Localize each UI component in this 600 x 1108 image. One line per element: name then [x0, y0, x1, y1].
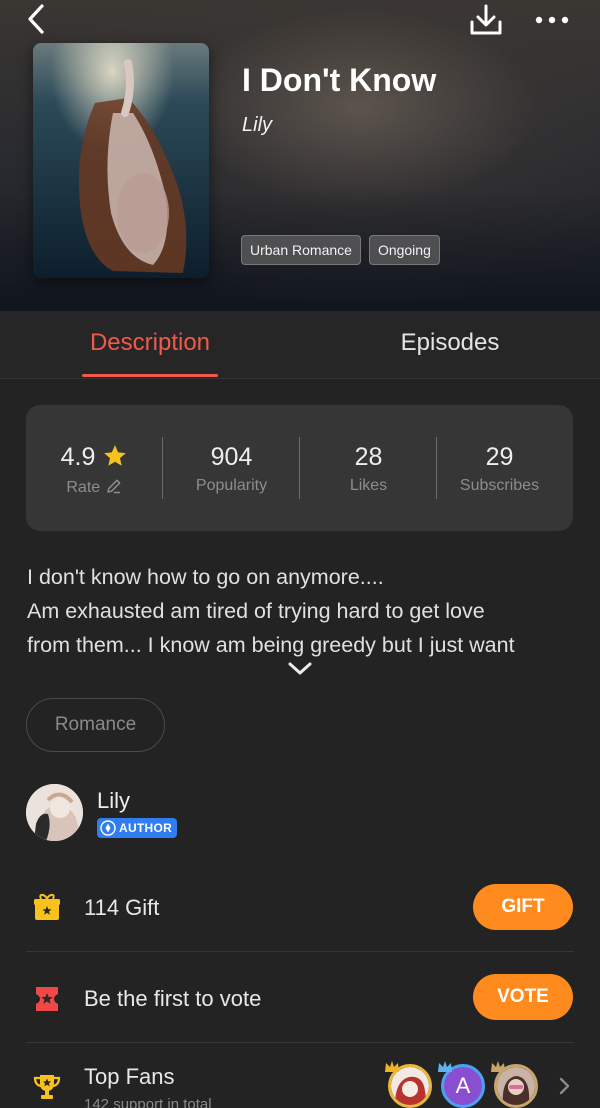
subscribes-value: 29 [485, 443, 514, 471]
description-line: I don't know how to go on anymore.... [27, 565, 384, 589]
rate-value-row: 4.9 [26, 443, 163, 472]
download-button[interactable] [468, 2, 504, 38]
book-title: I Don't Know [242, 62, 437, 98]
author-badge: AUTHOR [97, 818, 178, 838]
tab-episodes[interactable]: Episodes [390, 311, 510, 379]
author-badge-label: AUTHOR [119, 821, 173, 835]
book-tags: Urban Romance Ongoing [241, 235, 440, 265]
tag-status: Ongoing [368, 235, 440, 265]
book-cover-image [33, 43, 209, 278]
description-line: Am exhausted am tired of trying hard to … [27, 599, 485, 623]
top-fans-title: Top Fans [84, 1064, 175, 1089]
more-dots-icon [535, 16, 569, 24]
tab-bar: Description Episodes [0, 311, 600, 379]
top-fans-subtitle: 142 support in total [84, 1096, 212, 1108]
tag-urban-romance[interactable]: Urban Romance [241, 235, 361, 265]
fan-avatar-initial: A [455, 1073, 471, 1098]
chevron-down-icon [288, 662, 312, 675]
download-icon [470, 4, 502, 35]
crown-icon [491, 1061, 505, 1072]
likes-label: Likes [349, 477, 388, 494]
back-arrow-icon [28, 4, 44, 34]
likes-value: 28 [354, 443, 383, 471]
stat-likes: 28 Likes [300, 405, 437, 531]
edit-pencil-icon [106, 479, 121, 494]
stat-subscribes: 29 Subscribes [431, 405, 568, 531]
popularity-label: Popularity [195, 477, 268, 494]
star-icon [104, 445, 127, 466]
row-divider [26, 1042, 574, 1043]
rate-label-row: Rate [26, 477, 163, 497]
trophy-icon [33, 1075, 61, 1099]
top-bar [0, 0, 600, 40]
rate-label: Rate [66, 479, 101, 496]
rate-value: 4.9 [60, 443, 96, 471]
expand-description-button[interactable] [286, 660, 314, 678]
stat-rate[interactable]: 4.9 Rate [26, 405, 163, 531]
description-line: from them... I know am being greedy but … [27, 633, 515, 657]
gift-icon [34, 893, 60, 920]
gift-button[interactable]: GIFT [473, 884, 573, 930]
tab-description[interactable]: Description [82, 311, 218, 379]
description-text: I don't know how to go on anymore.... Am… [27, 560, 575, 662]
vote-row: Be the first to vote VOTE [26, 953, 574, 1043]
book-author[interactable]: Lily [242, 114, 272, 137]
chevron-right-icon [559, 1077, 570, 1095]
gift-row: 114 Gift GIFT [26, 862, 574, 952]
popularity-value: 904 [210, 443, 253, 471]
book-header: I Don't Know Lily Urban Romance Ongoing [0, 0, 600, 311]
crown-icon [438, 1061, 452, 1072]
author-name[interactable]: Lily [97, 788, 130, 814]
genre-chip[interactable]: Romance [26, 698, 165, 752]
crown-icon [385, 1061, 399, 1072]
vote-button[interactable]: VOTE [473, 974, 573, 1020]
row-divider [26, 951, 574, 952]
gift-count: 114 Gift [84, 895, 160, 920]
author-badge-icon [100, 820, 116, 836]
vote-prompt: Be the first to vote [84, 986, 262, 1011]
more-options-button[interactable] [532, 8, 572, 32]
stat-popularity: 904 Popularity [163, 405, 300, 531]
vote-ticket-icon [36, 987, 58, 1011]
subscribes-label: Subscribes [459, 477, 540, 494]
stats-card: 4.9 Rate 904 Popularity 28 Likes 29 Subs… [26, 405, 573, 531]
back-button[interactable] [22, 2, 52, 36]
author-avatar[interactable] [26, 784, 83, 841]
top-fans-more-button[interactable] [556, 1076, 572, 1096]
